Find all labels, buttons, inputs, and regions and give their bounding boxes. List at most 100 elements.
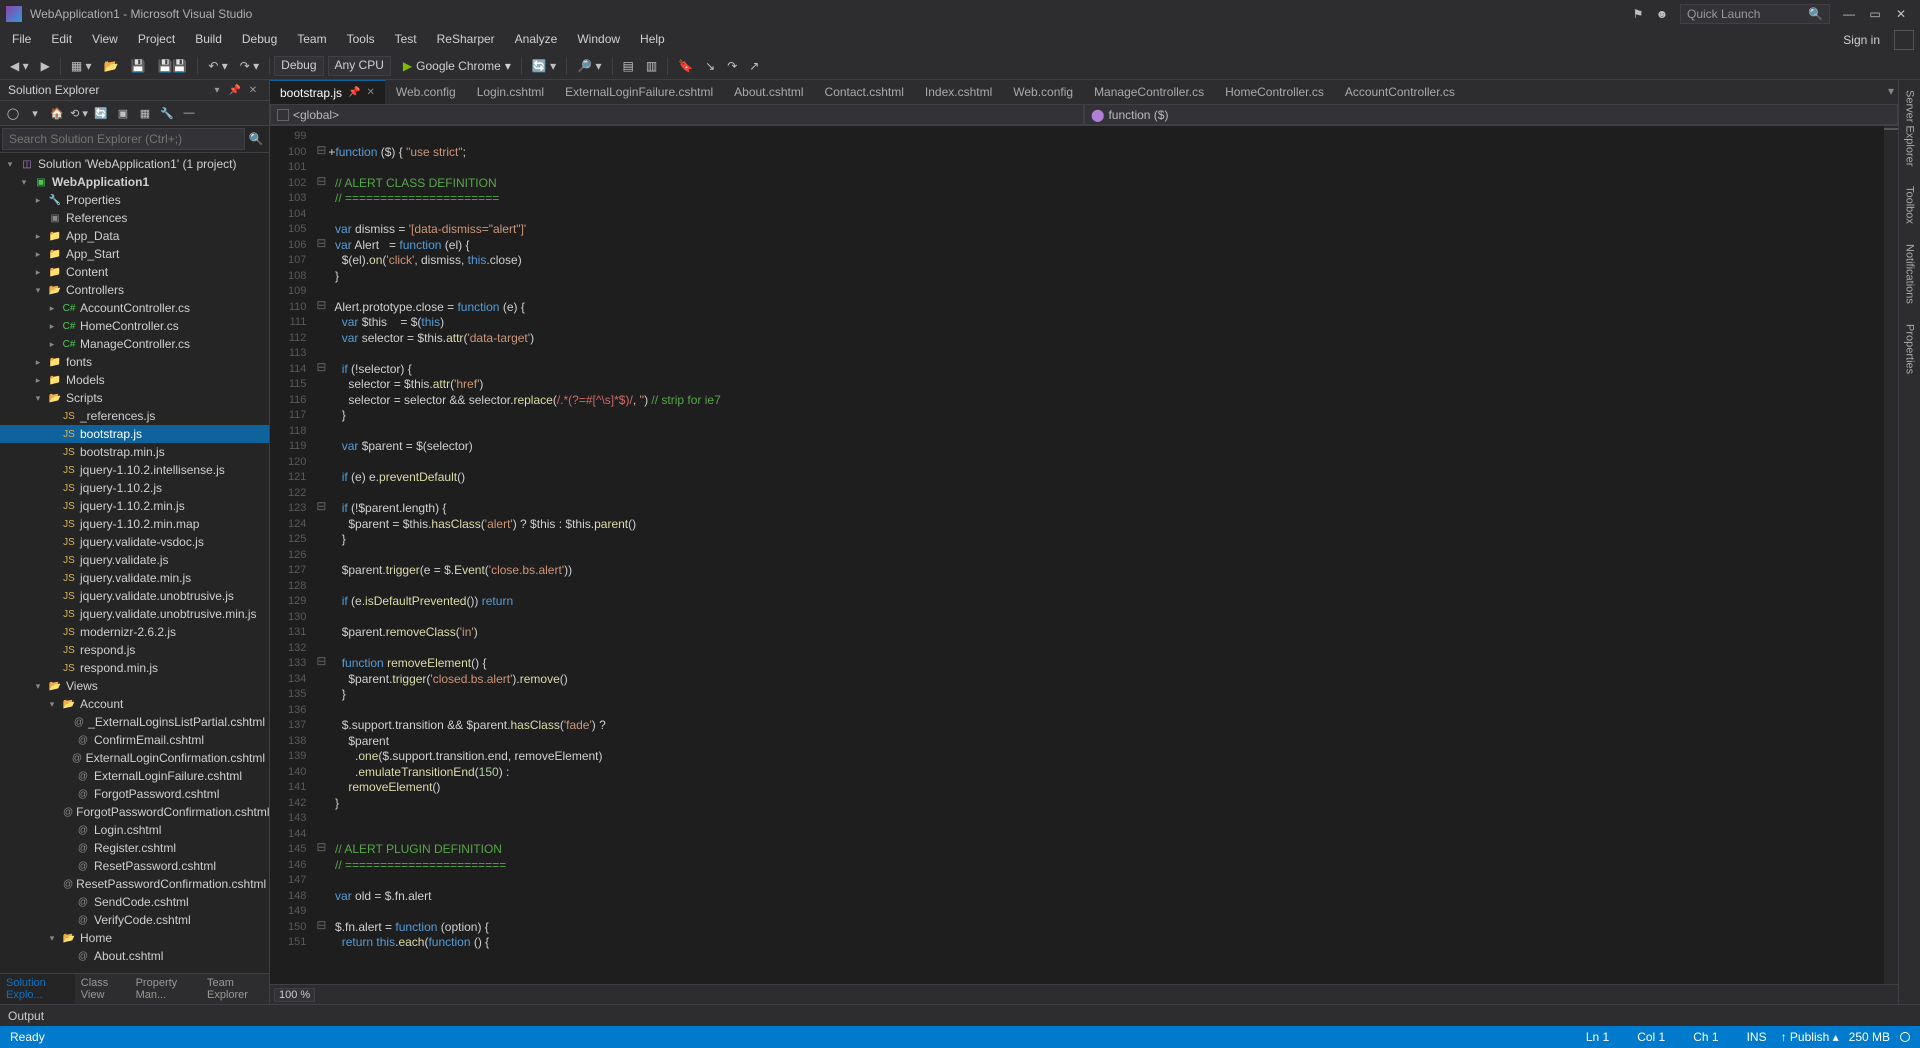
tree-item[interactable]: ▸C#AccountController.cs [0,299,269,317]
expander-icon[interactable]: ▸ [46,321,58,332]
panel-tab[interactable]: Property Man... [130,974,201,1004]
expander-icon[interactable]: ▸ [32,249,44,260]
tree-item[interactable]: @ConfirmEmail.cshtml [0,731,269,749]
document-tab[interactable]: AccountController.cs [1335,80,1466,104]
undo-button[interactable]: ↶ ▾ [204,57,231,75]
tree-item[interactable]: ▾📂Scripts [0,389,269,407]
tree-item[interactable]: JSjquery.validate.unobtrusive.min.js [0,605,269,623]
tree-item[interactable]: JSjquery-1.10.2.min.js [0,497,269,515]
document-tab[interactable]: ManageController.cs [1084,80,1215,104]
close-button[interactable]: ✕ [1888,4,1914,24]
publish-button[interactable]: ↑ Publish ▴ [1781,1030,1839,1044]
tree-item[interactable]: JSjquery.validate.js [0,551,269,569]
expander-icon[interactable]: ▸ [32,267,44,278]
tree-item[interactable]: ▾📂Account [0,695,269,713]
tree-item[interactable]: @ForgotPassword.cshtml [0,785,269,803]
step-into-button[interactable]: ↘ [701,57,719,75]
tree-item[interactable]: JSrespond.js [0,641,269,659]
panel-dropdown-button[interactable]: ▾ [209,83,225,97]
browser-link-refresh-button[interactable]: 🔄 ▾ [528,57,560,75]
tree-item[interactable]: JSbootstrap.js [0,425,269,443]
code-editor[interactable]: 9910010110210310410510610710810911011111… [270,126,1898,984]
expander-icon[interactable]: ▾ [32,285,44,296]
tab-overflow-button[interactable]: ▾ [1884,80,1898,104]
tree-item[interactable]: @_ExternalLoginsListPartial.cshtml [0,713,269,731]
menu-debug[interactable]: Debug [232,28,287,52]
expander-icon[interactable]: ▸ [32,375,44,386]
new-project-button[interactable]: ▦ ▾ [67,57,96,75]
refresh-icon[interactable]: 🔄 [92,104,110,122]
expander-icon[interactable]: ▾ [18,177,30,188]
tree-item[interactable]: @About.cshtml [0,947,269,965]
tree-item[interactable]: JSrespond.min.js [0,659,269,677]
save-all-button[interactable]: 💾💾 [153,57,191,75]
nav-back-button[interactable]: ◀ ▾ [6,57,33,75]
sync-icon[interactable]: ⟲ ▾ [70,104,88,122]
tree-item[interactable]: JS_references.js [0,407,269,425]
tree-item[interactable]: @ForgotPasswordConfirmation.cshtml [0,803,269,821]
tab-close-icon[interactable]: ✕ [367,87,375,98]
expander-icon[interactable]: ▾ [46,699,58,710]
redo-button[interactable]: ↷ ▾ [236,57,263,75]
menu-tools[interactable]: Tools [337,28,385,52]
maximize-button[interactable]: ▭ [1862,4,1888,24]
search-icon[interactable]: 🔍 [245,128,267,150]
expander-icon[interactable]: ▸ [32,195,44,206]
collapse-all-icon[interactable]: ▣ [114,104,132,122]
bookmark-button[interactable]: 🔖 [674,57,697,75]
tree-item[interactable]: ▾📂Controllers [0,281,269,299]
menu-help[interactable]: Help [630,28,675,52]
solution-explorer-search-input[interactable] [2,128,245,150]
tree-item[interactable]: ▸📁Content [0,263,269,281]
tree-item[interactable]: ▾📂Home [0,929,269,947]
document-tab[interactable]: Contact.cshtml [815,80,915,104]
document-tab[interactable]: Index.cshtml [915,80,1003,104]
tree-item[interactable]: JSjquery-1.10.2.intellisense.js [0,461,269,479]
tree-item[interactable]: JSbootstrap.min.js [0,443,269,461]
expander-icon[interactable]: ▾ [32,681,44,692]
panel-close-button[interactable]: ✕ [245,83,261,97]
tree-item[interactable]: @ExternalLoginConfirmation.cshtml [0,749,269,767]
code-content[interactable]: +function ($) { "use strict"; // ALERT C… [328,126,1884,984]
expander-icon[interactable]: ▾ [4,159,16,170]
menu-project[interactable]: Project [128,28,185,52]
notifications-flag-icon[interactable]: ⚑ [1628,4,1648,24]
document-tab[interactable]: About.cshtml [724,80,814,104]
menu-file[interactable]: File [2,28,41,52]
tool-tab-properties[interactable]: Properties [1902,314,1918,384]
forward-icon[interactable]: ▾ [26,104,44,122]
tool-tab-server-explorer[interactable]: Server Explorer [1902,80,1918,176]
start-debugging-button[interactable]: ▶ Google Chrome ▾ [397,57,517,75]
tree-item[interactable]: JSjquery-1.10.2.js [0,479,269,497]
minimize-button[interactable]: ― [1836,4,1862,24]
menu-view[interactable]: View [82,28,128,52]
tree-item[interactable]: ▾📂Views [0,677,269,695]
sign-in-link[interactable]: Sign in [1833,29,1890,51]
tool-tab-toolbox[interactable]: Toolbox [1902,176,1918,234]
document-tab[interactable]: Web.config [386,80,467,104]
tree-item[interactable]: ▣References [0,209,269,227]
solution-config-combo[interactable]: Debug [274,56,323,76]
menu-analyze[interactable]: Analyze [505,28,568,52]
tree-item[interactable]: ▸📁fonts [0,353,269,371]
zoom-combo[interactable]: 100 % [274,988,315,1002]
user-icon[interactable] [1894,30,1914,50]
nav-forward-button[interactable]: ▶ [37,57,54,75]
step-over-button[interactable]: ↷ [723,57,741,75]
document-tab[interactable]: bootstrap.js📌✕ [270,80,386,104]
tree-item[interactable]: JSjquery.validate.min.js [0,569,269,587]
home-icon[interactable]: 🏠 [48,104,66,122]
document-tab[interactable]: Web.config [1003,80,1084,104]
feedback-icon[interactable]: ☻ [1652,4,1672,24]
tree-item[interactable]: @Login.cshtml [0,821,269,839]
comment-button[interactable]: ▤ [619,57,638,75]
tree-item[interactable]: ▸C#ManageController.cs [0,335,269,353]
tree-item[interactable]: JSjquery.validate.unobtrusive.js [0,587,269,605]
output-panel-header[interactable]: Output [0,1004,1920,1026]
tree-item[interactable]: @VerifyCode.cshtml [0,911,269,929]
fold-column[interactable]: ⊟⊟⊟⊟⊟⊟⊟⊟⊟ [314,126,328,984]
tree-item[interactable]: ▸📁App_Data [0,227,269,245]
show-all-files-icon[interactable]: ▦ [136,104,154,122]
tree-item[interactable]: JSmodernizr-2.6.2.js [0,623,269,641]
expander-icon[interactable]: ▾ [32,393,44,404]
